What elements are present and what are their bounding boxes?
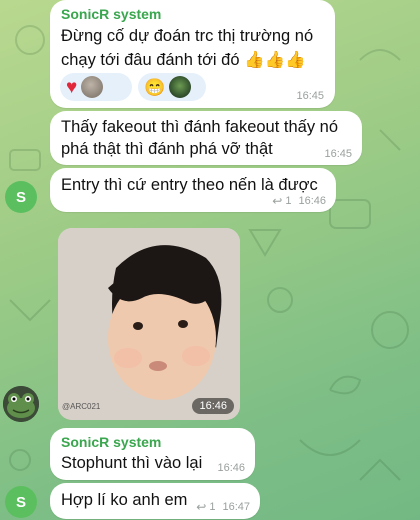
user-avatar bbox=[81, 76, 104, 98]
message-text: Đừng cố dự đoán trc thị trường nó bbox=[61, 27, 314, 45]
sender-avatar[interactable]: S bbox=[5, 181, 37, 213]
message-bubble[interactable]: Thấy fakeout thì đánh fakeout thấy nó ph… bbox=[50, 111, 362, 165]
reply-arrow-icon[interactable]: ↩ bbox=[196, 500, 206, 514]
message-text: chạy tới đâu đánh tới đó 👍👍👍 bbox=[61, 51, 306, 69]
message-time: 16:46 bbox=[298, 195, 326, 207]
message-time: 16:47 bbox=[222, 501, 250, 513]
message-text: phá thật thì đánh phá vỡ thật bbox=[61, 140, 273, 158]
sender-avatar[interactable]: S bbox=[5, 486, 37, 518]
frog-avatar bbox=[169, 76, 192, 98]
reply-count: 1 bbox=[285, 195, 292, 207]
photo-message[interactable]: @ARC021 16:46 bbox=[58, 228, 240, 420]
message-text: Hợp lí ko anh em bbox=[61, 491, 188, 509]
child-photo bbox=[58, 228, 240, 420]
frog-icon bbox=[3, 386, 39, 422]
reply-count: 1 bbox=[209, 501, 216, 513]
message-meta: ↩ 1 16:47 bbox=[196, 500, 250, 514]
frog-avatar[interactable] bbox=[3, 386, 39, 422]
message-time: 16:45 bbox=[324, 148, 352, 160]
red-heart-icon: ♥ bbox=[66, 76, 78, 98]
message-bubble[interactable]: SonicR system Đừng cố dự đoán trc thị tr… bbox=[50, 0, 335, 108]
message-time: 16:45 bbox=[296, 90, 324, 102]
photo-watermark: @ARC021 bbox=[62, 402, 101, 411]
message-bubble[interactable]: Hợp lí ko anh em ↩ 1 16:47 bbox=[50, 483, 260, 519]
message-bubble[interactable]: SonicR system Stophunt thì vào lại 16:46 bbox=[50, 428, 255, 480]
reply-arrow-icon[interactable]: ↩ bbox=[272, 194, 282, 208]
grinning-face-icon: 😁 bbox=[144, 77, 166, 97]
reaction-heart[interactable]: ♥ bbox=[60, 73, 132, 101]
message-text: Thấy fakeout thì đánh fakeout thấy nó bbox=[61, 118, 339, 136]
reaction-grin[interactable]: 😁 bbox=[138, 73, 206, 101]
message-time: 16:46 bbox=[217, 462, 245, 474]
message-meta: ↩ 1 16:46 bbox=[272, 194, 326, 208]
sender-name[interactable]: SonicR system bbox=[61, 6, 161, 22]
sender-name[interactable]: SonicR system bbox=[61, 434, 161, 450]
message-time: 16:46 bbox=[192, 398, 234, 414]
message-bubble[interactable]: Entry thì cứ entry theo nến là được ↩ 1 … bbox=[50, 168, 336, 212]
message-text: Stophunt thì vào lại bbox=[61, 454, 203, 472]
